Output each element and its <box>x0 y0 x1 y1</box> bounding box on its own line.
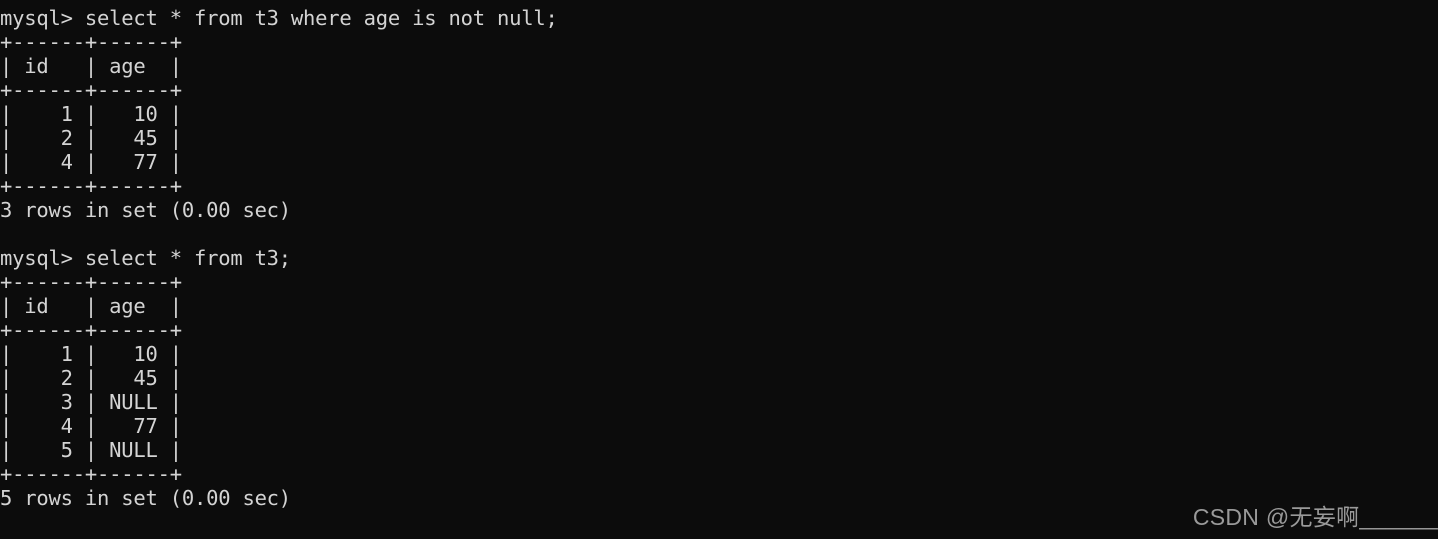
terminal-line-table-border: +------+------+ <box>0 174 182 198</box>
terminal-line-table-border: +------+------+ <box>0 270 182 294</box>
console-output: mysql> select * from t3 where age is not… <box>0 6 1438 510</box>
terminal-line-command: mysql> select * from t3 where age is not… <box>0 6 558 30</box>
terminal-line-table-border: +------+------+ <box>0 78 182 102</box>
terminal-line-table-row: | 1 | 10 | <box>0 102 182 126</box>
terminal-line-table-row: | 1 | 10 | <box>0 342 182 366</box>
terminal-line-table-row: | 2 | 45 | <box>0 126 182 150</box>
terminal-line-table-border: +------+------+ <box>0 462 182 486</box>
terminal-line-status: 3 rows in set (0.00 sec) <box>0 198 291 222</box>
terminal-window[interactable]: mysql> select * from t3 where age is not… <box>0 0 1438 539</box>
terminal-line-table-border: +------+------+ <box>0 30 182 54</box>
terminal-line-table-row: | 4 | 77 | <box>0 414 182 438</box>
terminal-line-command: mysql> select * from t3; <box>0 246 291 270</box>
terminal-line-table-row: | 3 | NULL | <box>0 390 182 414</box>
terminal-line-table-border: +------+------+ <box>0 318 182 342</box>
csdn-watermark: CSDN @无妄啊______ <box>1192 504 1438 530</box>
terminal-line-table-row: | 5 | NULL | <box>0 438 182 462</box>
terminal-line-table-row: | 2 | 45 | <box>0 366 182 390</box>
terminal-line-table-header: | id | age | <box>0 294 182 318</box>
terminal-line-table-header: | id | age | <box>0 54 182 78</box>
terminal-line-table-row: | 4 | 77 | <box>0 150 182 174</box>
